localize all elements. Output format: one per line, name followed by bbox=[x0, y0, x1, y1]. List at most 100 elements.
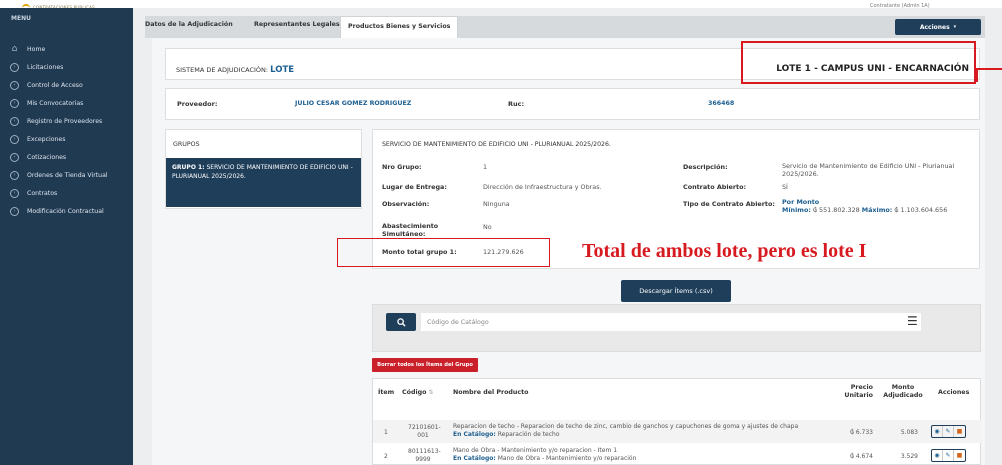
row-monto: 3.529 bbox=[900, 453, 918, 460]
row-precio: ₲ 6.733 bbox=[850, 429, 873, 436]
trash-icon[interactable]: ■ bbox=[954, 450, 965, 461]
provider-name: JULIO CESAR GOMEZ RODRIGUEZ bbox=[295, 100, 412, 107]
col-header-item[interactable]: Ítem bbox=[378, 389, 394, 396]
col-header-acciones[interactable]: Acciones bbox=[938, 389, 969, 396]
actions-button[interactable]: Acciones ▾ bbox=[895, 19, 981, 35]
observacion-value: Ninguna bbox=[483, 200, 510, 208]
observacion-label: Observación: bbox=[382, 200, 430, 208]
table-row: 2 80111613- 9999 Mano de Obra - Mantenimi… bbox=[373, 444, 982, 465]
row-precio: ₲ 4.674 bbox=[850, 453, 873, 460]
min-max-row: Mínimo: ₲ 551.802.328 Máximo: ₲ 1.103.60… bbox=[782, 206, 947, 214]
col-header-precio-1: Precio bbox=[850, 384, 873, 391]
actions-button-label: Acciones bbox=[919, 23, 950, 31]
row-cat-label: En Catálogo: bbox=[453, 455, 496, 462]
sidebar-item-excepciones[interactable]: › Excepciones bbox=[10, 132, 65, 146]
view-icon[interactable]: ◉ bbox=[932, 450, 943, 461]
grupos-card: GRUPOS GRUPO 1: SERVICIO DE MANTENIMIENT… bbox=[165, 129, 362, 209]
sidebar-item-contratos[interactable]: › Contratos bbox=[10, 186, 57, 200]
chevron-right-icon: › bbox=[10, 98, 19, 108]
row-nombre-text: Reparacion de techo - Reparacion de tech… bbox=[453, 423, 799, 430]
row-item: 1 bbox=[384, 429, 388, 436]
edit-icon[interactable]: ✎ bbox=[943, 450, 954, 461]
nro-grupo-value: 1 bbox=[483, 163, 488, 171]
row-nombre-text: Mano de Obra - Mantenimiento y/o reparac… bbox=[453, 447, 618, 454]
row-monto: 5.083 bbox=[900, 429, 918, 436]
sidebar-item-label: Mis Convocatorias bbox=[27, 99, 84, 107]
col-header-monto-1: Monto bbox=[891, 384, 915, 391]
row-actions: ◉ ✎ ■ bbox=[931, 425, 966, 438]
sidebar-item-modificacion-contractual[interactable]: › Modificación Contractual bbox=[10, 204, 104, 218]
tab-representantes-legales[interactable]: Representantes Legales bbox=[254, 21, 340, 28]
maximo-label: Máximo: bbox=[861, 206, 893, 214]
view-icon[interactable]: ◉ bbox=[932, 426, 943, 437]
col-header-codigo[interactable]: Código ⇅ bbox=[402, 389, 433, 396]
sidebar-item-licitaciones[interactable]: › Licitaciones bbox=[10, 60, 63, 74]
app-root: CONTRATACIONES PÚBLICAS Contratante (Adm… bbox=[0, 0, 1002, 465]
search-button[interactable] bbox=[386, 313, 416, 331]
annotation-line bbox=[976, 68, 1002, 82]
col-header-precio[interactable]: Precio Unitario bbox=[833, 384, 873, 400]
sidebar-item-label: Cotizaciones bbox=[27, 153, 67, 161]
sidebar-item-cotizaciones[interactable]: › Cotizaciones bbox=[10, 150, 66, 164]
service-title: SERVICIO DE MANTENIMIENTO DE EDIFICIO UN… bbox=[382, 141, 611, 148]
tipo-contrato-label: Tipo de Contrato Abierto: bbox=[683, 200, 775, 208]
menu-title: MENU bbox=[11, 15, 31, 22]
lugar-value: Dirección de Infraestructura y Obras. bbox=[483, 183, 602, 191]
sidebar-item-label: Contratos bbox=[27, 189, 58, 197]
chevron-right-icon: › bbox=[10, 62, 19, 72]
download-items-button[interactable]: Descargar Ítems (.csv) bbox=[621, 280, 731, 302]
edit-icon[interactable]: ✎ bbox=[943, 426, 954, 437]
sidebar-item-registro-proveedores[interactable]: › Registro de Proveedores bbox=[10, 114, 102, 128]
chevron-right-icon: › bbox=[10, 116, 19, 126]
row-codigo: 80111613- 9999 bbox=[408, 448, 441, 464]
filter-sliders-icon[interactable]: ☰ bbox=[907, 314, 918, 328]
contrato-abierto-value: SÍ bbox=[782, 183, 788, 191]
sort-icon: ⇅ bbox=[428, 389, 434, 396]
row-codigo-2: 9999 bbox=[415, 456, 431, 463]
chevron-right-icon: › bbox=[10, 134, 19, 144]
col-header-monto-2: Adjudicado bbox=[883, 392, 923, 399]
home-icon: ⌂ bbox=[11, 44, 18, 54]
ruc-label: Ruc: bbox=[508, 100, 525, 108]
sidebar-item-mis-convocatorias[interactable]: › Mis Convocatorias bbox=[10, 96, 83, 110]
annotation-box-monto bbox=[337, 238, 550, 267]
delete-all-items-button[interactable]: Borrar todos los Ítems del Grupo bbox=[372, 358, 478, 372]
items-table: Ítem Código ⇅ Nombre del Producto Precio U… bbox=[372, 378, 982, 465]
minimo-label: Mínimo: bbox=[782, 206, 811, 214]
search-icon bbox=[396, 317, 406, 327]
col-header-nombre[interactable]: Nombre del Producto bbox=[453, 389, 528, 396]
row-codigo-1: 80111613- bbox=[408, 448, 441, 455]
tab-productos-bienes-servicios[interactable]: Productos Bienes y Servicios bbox=[340, 16, 459, 38]
col-header-precio-2: Unitario bbox=[844, 392, 873, 399]
abastecimiento-label: Abastecimiento Simultáneo: bbox=[382, 222, 439, 238]
sidebar-item-ordenes-tienda[interactable]: › Ordenes de Tienda Virtual bbox=[10, 168, 108, 182]
row-cat-label: En Catálogo: bbox=[453, 431, 496, 438]
contrato-abierto-label: Contrato Abierto: bbox=[683, 183, 747, 191]
table-row: 1 72101601- 001 Reparacion de techo - Rep… bbox=[373, 420, 982, 443]
lugar-label: Lugar de Entrega: bbox=[382, 183, 447, 191]
grupo-item-prefix: GRUPO 1: bbox=[172, 164, 205, 171]
sidebar-item-home[interactable]: ⌂ Home bbox=[10, 42, 46, 56]
sidebar-item-label: Licitaciones bbox=[27, 63, 64, 71]
row-cat-value: Mano de Obra - Mantenimiento y/o reparac… bbox=[495, 455, 637, 462]
grupos-title: GRUPOS bbox=[173, 141, 200, 148]
trash-icon[interactable]: ■ bbox=[954, 426, 965, 437]
abastecimiento-value: No bbox=[483, 223, 492, 231]
tab-bar: Datos de la Adjudicación Representantes … bbox=[145, 16, 985, 38]
row-codigo: 72101601- 001 bbox=[408, 424, 441, 440]
tab-datos-adjudicacion[interactable]: Datos de la Adjudicación bbox=[145, 21, 233, 28]
sidebar-item-label: Excepciones bbox=[27, 135, 66, 143]
row-codigo-2: 001 bbox=[417, 432, 429, 439]
col-header-monto[interactable]: Monto Adjudicado bbox=[878, 384, 928, 400]
grupo-item-1[interactable]: GRUPO 1: SERVICIO DE MANTENIMIENTO DE ED… bbox=[166, 158, 361, 207]
provider-label: Proveedor: bbox=[177, 100, 218, 108]
maximo-value: ₲ 1.103.604.656 bbox=[894, 206, 948, 214]
catalog-search-input[interactable]: Código de Catálogo bbox=[421, 313, 921, 331]
annotation-text: Total de ambos lote, pero es lote I bbox=[582, 240, 867, 262]
descripcion-label: Descripción: bbox=[683, 163, 728, 171]
chevron-right-icon: › bbox=[10, 206, 19, 216]
chevron-down-icon: ▾ bbox=[953, 24, 957, 30]
sidebar-item-label: Control de Acceso bbox=[27, 81, 83, 89]
sidebar-item-control-acceso[interactable]: › Control de Acceso bbox=[10, 78, 83, 92]
row-item: 2 bbox=[384, 453, 388, 460]
